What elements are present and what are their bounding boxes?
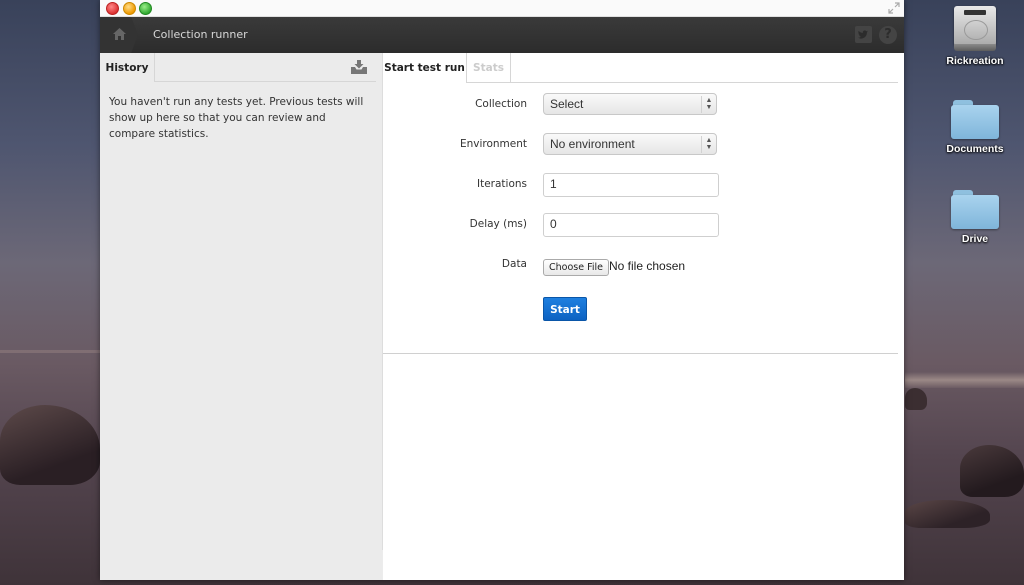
home-button[interactable] <box>100 17 138 53</box>
tab-start-test-run[interactable]: Start test run <box>383 53 467 83</box>
environment-row: Environment No environment ▲ ▼ <box>383 133 904 157</box>
import-button[interactable] <box>350 59 368 79</box>
delay-label: Delay (ms) <box>469 218 527 230</box>
wallpaper-detail <box>0 350 100 353</box>
wallpaper-rock <box>905 500 990 528</box>
data-label: Data <box>501 258 527 270</box>
wallpaper-rock <box>0 405 100 485</box>
select-arrows-icon: ▲ ▼ <box>701 96 716 113</box>
environment-select-value: No environment <box>550 137 635 151</box>
choose-file-button[interactable]: Choose File <box>543 259 609 276</box>
environment-select[interactable]: No environment ▲ ▼ <box>543 133 717 155</box>
delay-input[interactable]: 0 <box>543 213 719 237</box>
maximize-window-button[interactable] <box>139 2 152 15</box>
tab-stats[interactable]: Stats <box>467 53 511 82</box>
hard-drive-icon <box>954 6 996 52</box>
data-row: Data Choose File No file chosen <box>383 257 904 281</box>
iterations-row: Iterations 1 <box>383 173 904 197</box>
twitter-icon <box>858 30 868 39</box>
iterations-input[interactable]: 1 <box>543 173 719 197</box>
import-icon <box>351 60 367 74</box>
close-window-button[interactable] <box>106 2 119 15</box>
environment-label: Environment <box>459 138 527 150</box>
collection-select[interactable]: Select ▲ ▼ <box>543 93 717 115</box>
tab-history[interactable]: History <box>100 53 155 82</box>
desktop-icon-label: Drive <box>961 233 989 245</box>
collection-label: Collection <box>475 98 527 110</box>
history-empty-message: You haven't run any tests yet. Previous … <box>109 96 364 140</box>
select-arrows-icon: ▲ ▼ <box>701 136 716 153</box>
minimize-window-button[interactable] <box>123 2 136 15</box>
desktop-icon-label: Documents <box>946 143 1004 155</box>
home-icon <box>113 28 126 40</box>
history-tabs: History <box>100 53 382 82</box>
divider <box>383 353 898 354</box>
runner-panel: Start test run Stats Collection Select ▲… <box>383 53 904 580</box>
desktop-icon-drive[interactable]: Drive <box>940 190 1010 245</box>
wallpaper-rock <box>960 445 1024 497</box>
start-button[interactable]: Start <box>543 297 587 321</box>
desktop-icon-rickreation[interactable]: Rickreation <box>940 6 1010 67</box>
collection-select-value: Select <box>550 97 584 111</box>
wallpaper-surf <box>905 372 1024 388</box>
folder-icon <box>951 100 999 140</box>
title-bar <box>100 0 904 17</box>
file-status: No file chosen <box>609 259 686 273</box>
desktop-icon-documents[interactable]: Documents <box>940 100 1010 155</box>
page-title: Collection runner <box>153 28 248 41</box>
twitter-button[interactable] <box>855 26 872 43</box>
runner-tabs: Start test run Stats <box>383 53 898 83</box>
folder-icon <box>951 190 999 230</box>
wallpaper-rock <box>905 388 927 410</box>
delay-row: Delay (ms) 0 <box>383 213 904 237</box>
history-panel: History You haven't run any tests yet. P… <box>100 53 383 580</box>
fullscreen-icon[interactable] <box>888 2 900 14</box>
help-button[interactable]: ? <box>879 26 897 44</box>
desktop-icon-label: Rickreation <box>946 55 1004 67</box>
app-header: Collection runner ? <box>100 17 904 53</box>
iterations-label: Iterations <box>476 178 527 190</box>
collection-row: Collection Select ▲ ▼ <box>383 93 904 117</box>
app-window: Collection runner ? History You haven't … <box>100 0 904 580</box>
